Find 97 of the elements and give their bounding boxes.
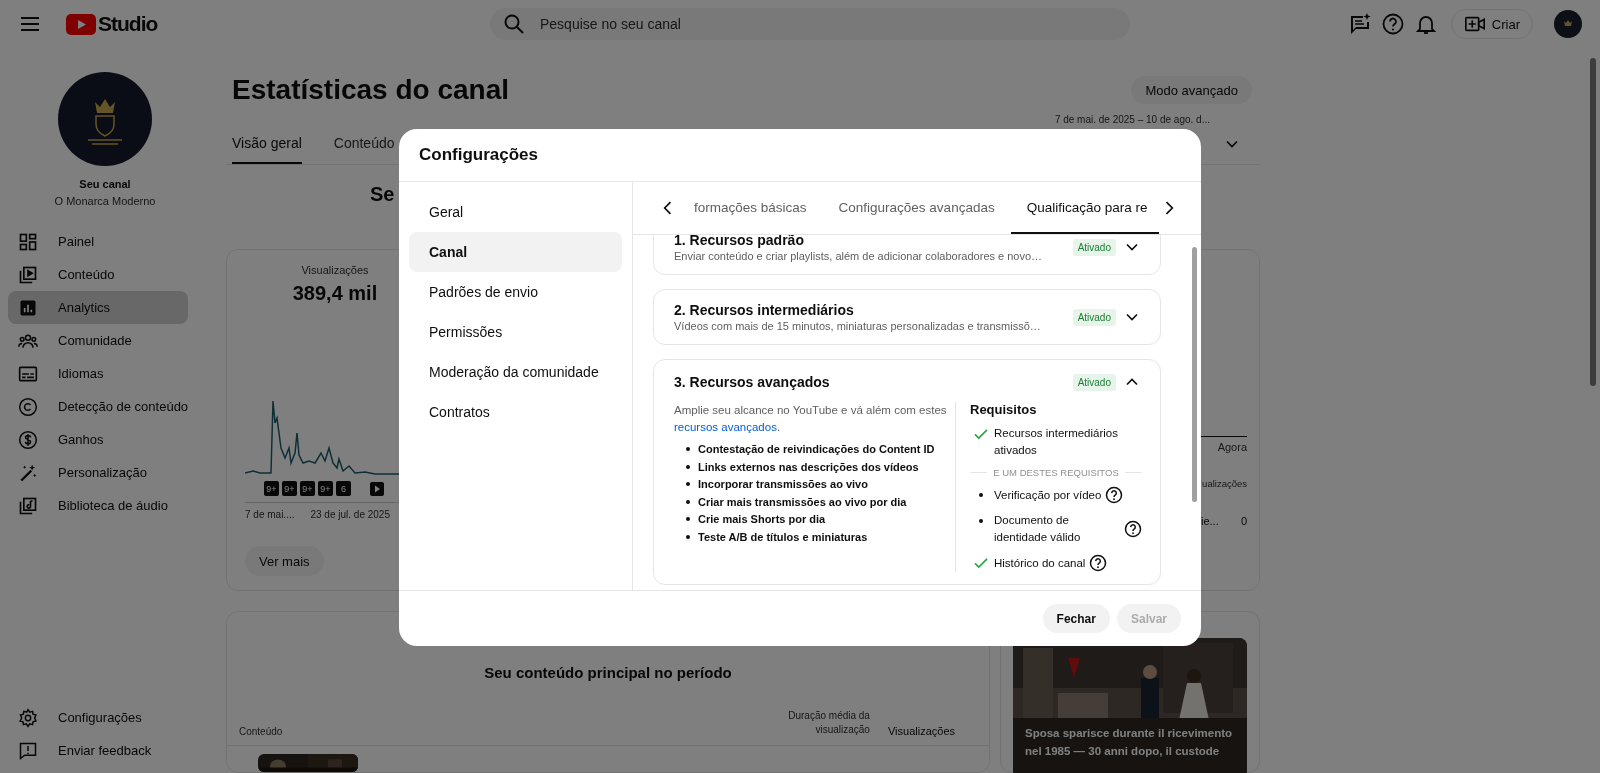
scrollbar-thumb[interactable]	[1192, 247, 1197, 502]
axis-label: 7 de mai....	[245, 509, 295, 520]
page-tab[interactable]: Conteúdo	[333, 124, 395, 164]
summary-heading: Se	[370, 183, 396, 206]
requirement-item: Recursos intermediários ativados	[994, 426, 1119, 458]
search-field[interactable]: Pesquise no seu canal	[490, 8, 1130, 40]
settings-tab[interactable]: Configurações avançadas	[822, 182, 1011, 234]
chart-marker[interactable]: 9+	[264, 481, 279, 496]
bullet-icon	[686, 517, 690, 521]
feature-item: Crie mais Shorts por dia	[698, 512, 826, 527]
channel-name: O Monarca Moderno	[54, 195, 156, 207]
settings-nav-item[interactable]: Moderação da comunidade	[409, 352, 622, 392]
chart-marker[interactable]: 9+	[300, 481, 315, 496]
dashboard-icon	[18, 231, 38, 252]
advanced-features-link[interactable]: recursos avançados	[674, 421, 777, 433]
sidebar-item[interactable]: Biblioteca de áudio	[8, 489, 188, 522]
dialog-button[interactable]: Fechar	[1042, 604, 1110, 633]
help-icon[interactable]	[1089, 554, 1108, 572]
feature-item: Links externos nas descrições dos vídeos	[698, 459, 919, 475]
chart-marker[interactable]: 6	[336, 481, 351, 496]
section-title: 2. Recursos intermediários	[674, 302, 855, 318]
requirement-item: Verificação por vídeo	[994, 487, 1102, 503]
requirements-title: Requisitos	[970, 402, 1038, 417]
column-label: ualizações	[1202, 478, 1247, 489]
settings-nav-item[interactable]: Permissões	[409, 312, 622, 352]
channel-label: Seu canal	[79, 178, 131, 190]
date-range[interactable]: 7 de mai. de 2025 – 10 de ago. d...	[1054, 114, 1210, 125]
section-description: Vídeos com mais de 15 minutos, miniaturas personalizadas e transmissõ…	[674, 320, 1042, 332]
feature-item: Incorporar transmissões ao vivo	[698, 477, 868, 492]
play-marker-icon[interactable]	[370, 481, 384, 496]
search-icon	[502, 12, 526, 36]
section-title: 1. Recursos padrão	[674, 235, 805, 248]
requirement-item: Histórico do canal	[994, 555, 1086, 571]
row-value: 0	[1240, 515, 1247, 527]
settings-nav-item[interactable]: Padrões de envio	[409, 272, 622, 312]
page-title: Estatísticas do canal	[232, 74, 510, 106]
settings-nav-item[interactable]: Canal	[409, 232, 622, 272]
advanced-mode-button[interactable]: Modo avançado	[1131, 76, 1252, 104]
column-header: Conteúdo	[239, 726, 283, 737]
bullet-icon	[686, 534, 690, 539]
status-badge: Ativado	[1072, 308, 1116, 326]
status-badge: Ativado	[1072, 238, 1116, 256]
section-title: Seu conteúdo principal no período	[483, 664, 733, 681]
intro-text: Amplie seu alcance no YouTube e vá além com estes recursos avançados.	[674, 403, 947, 435]
sidebar-item[interactable]: Configurações	[8, 701, 188, 734]
status-badge: Ativado	[1072, 373, 1116, 391]
channel-avatar[interactable]	[58, 72, 152, 166]
column-header: Visualizações	[887, 725, 955, 737]
scrollbar[interactable]	[1590, 58, 1596, 386]
feedback-icon	[18, 740, 38, 761]
feature-item: Contestação de reivindicações do Content ID	[698, 442, 935, 457]
bullet-icon	[979, 493, 983, 497]
logo-text: Studio	[98, 12, 158, 36]
sidebar-item[interactable]: Conteúdo	[8, 258, 188, 291]
dollar-icon	[18, 429, 38, 450]
play-logo-icon	[66, 13, 96, 35]
chart-marker[interactable]: 9+	[282, 481, 297, 496]
section-title: 3. Recursos avançados	[674, 374, 831, 390]
feature-item: Criar mais transmissões ao vivo por dia	[698, 494, 907, 510]
music-note-icon	[18, 495, 38, 516]
row-label: ie...	[1201, 515, 1219, 527]
bullet-icon	[979, 519, 983, 523]
bullet-icon	[686, 499, 690, 504]
sidebar-item[interactable]: Analytics	[8, 291, 188, 324]
settings-tab[interactable]: Qualificação para re	[1010, 182, 1159, 234]
help-icon[interactable]	[1124, 520, 1142, 538]
column-header: Duração média da visualização	[787, 709, 870, 737]
page-tab[interactable]: Visão geral	[232, 124, 302, 164]
axis-label: 23 de jul. de 2025	[310, 509, 390, 520]
video-icon	[18, 264, 38, 285]
requirement-item: Documento de identidade válido	[994, 513, 1082, 545]
see-more-button[interactable]: Ver mais	[245, 546, 324, 576]
metric-value: 389,4 mil	[291, 282, 379, 305]
feature-item: Teste A/B de títulos e miniaturas	[698, 529, 868, 545]
settings-tab[interactable]: formações básicas	[678, 182, 823, 234]
settings-nav-item[interactable]: Geral	[409, 192, 622, 232]
avatar-icon[interactable]	[1554, 10, 1582, 38]
copyright-icon	[18, 396, 38, 417]
sidebar-item[interactable]: Painel	[8, 225, 188, 258]
bullet-icon	[686, 447, 690, 451]
chart-marker[interactable]: 9+	[318, 481, 333, 496]
bullet-icon	[686, 464, 690, 469]
divider-label: E UM DESTES REQUISITOS	[993, 467, 1119, 478]
create-button[interactable]: Criar	[1450, 9, 1533, 39]
sidebar-item[interactable]: Comunidade	[8, 324, 188, 357]
help-icon[interactable]	[1105, 486, 1124, 504]
sidebar-item[interactable]: Ganhos	[8, 423, 188, 456]
sidebar-item[interactable]: Enviar feedback	[8, 734, 188, 767]
sidebar-item[interactable]: Detecção de conteúdo	[8, 390, 188, 423]
section-description: Enviar conteúdo e criar playlists, além de adicionar colaboradores e novo…	[674, 250, 1044, 262]
sidebar-item[interactable]: Personalização	[8, 456, 188, 489]
settings-nav-item[interactable]: Contratos	[409, 392, 622, 432]
bullet-icon	[686, 482, 690, 486]
sidebar-item[interactable]: Idiomas	[8, 357, 188, 390]
metric-label: Visualizações	[300, 264, 370, 276]
dialog-title: Configurações	[419, 145, 539, 165]
settings-icon	[18, 707, 38, 728]
